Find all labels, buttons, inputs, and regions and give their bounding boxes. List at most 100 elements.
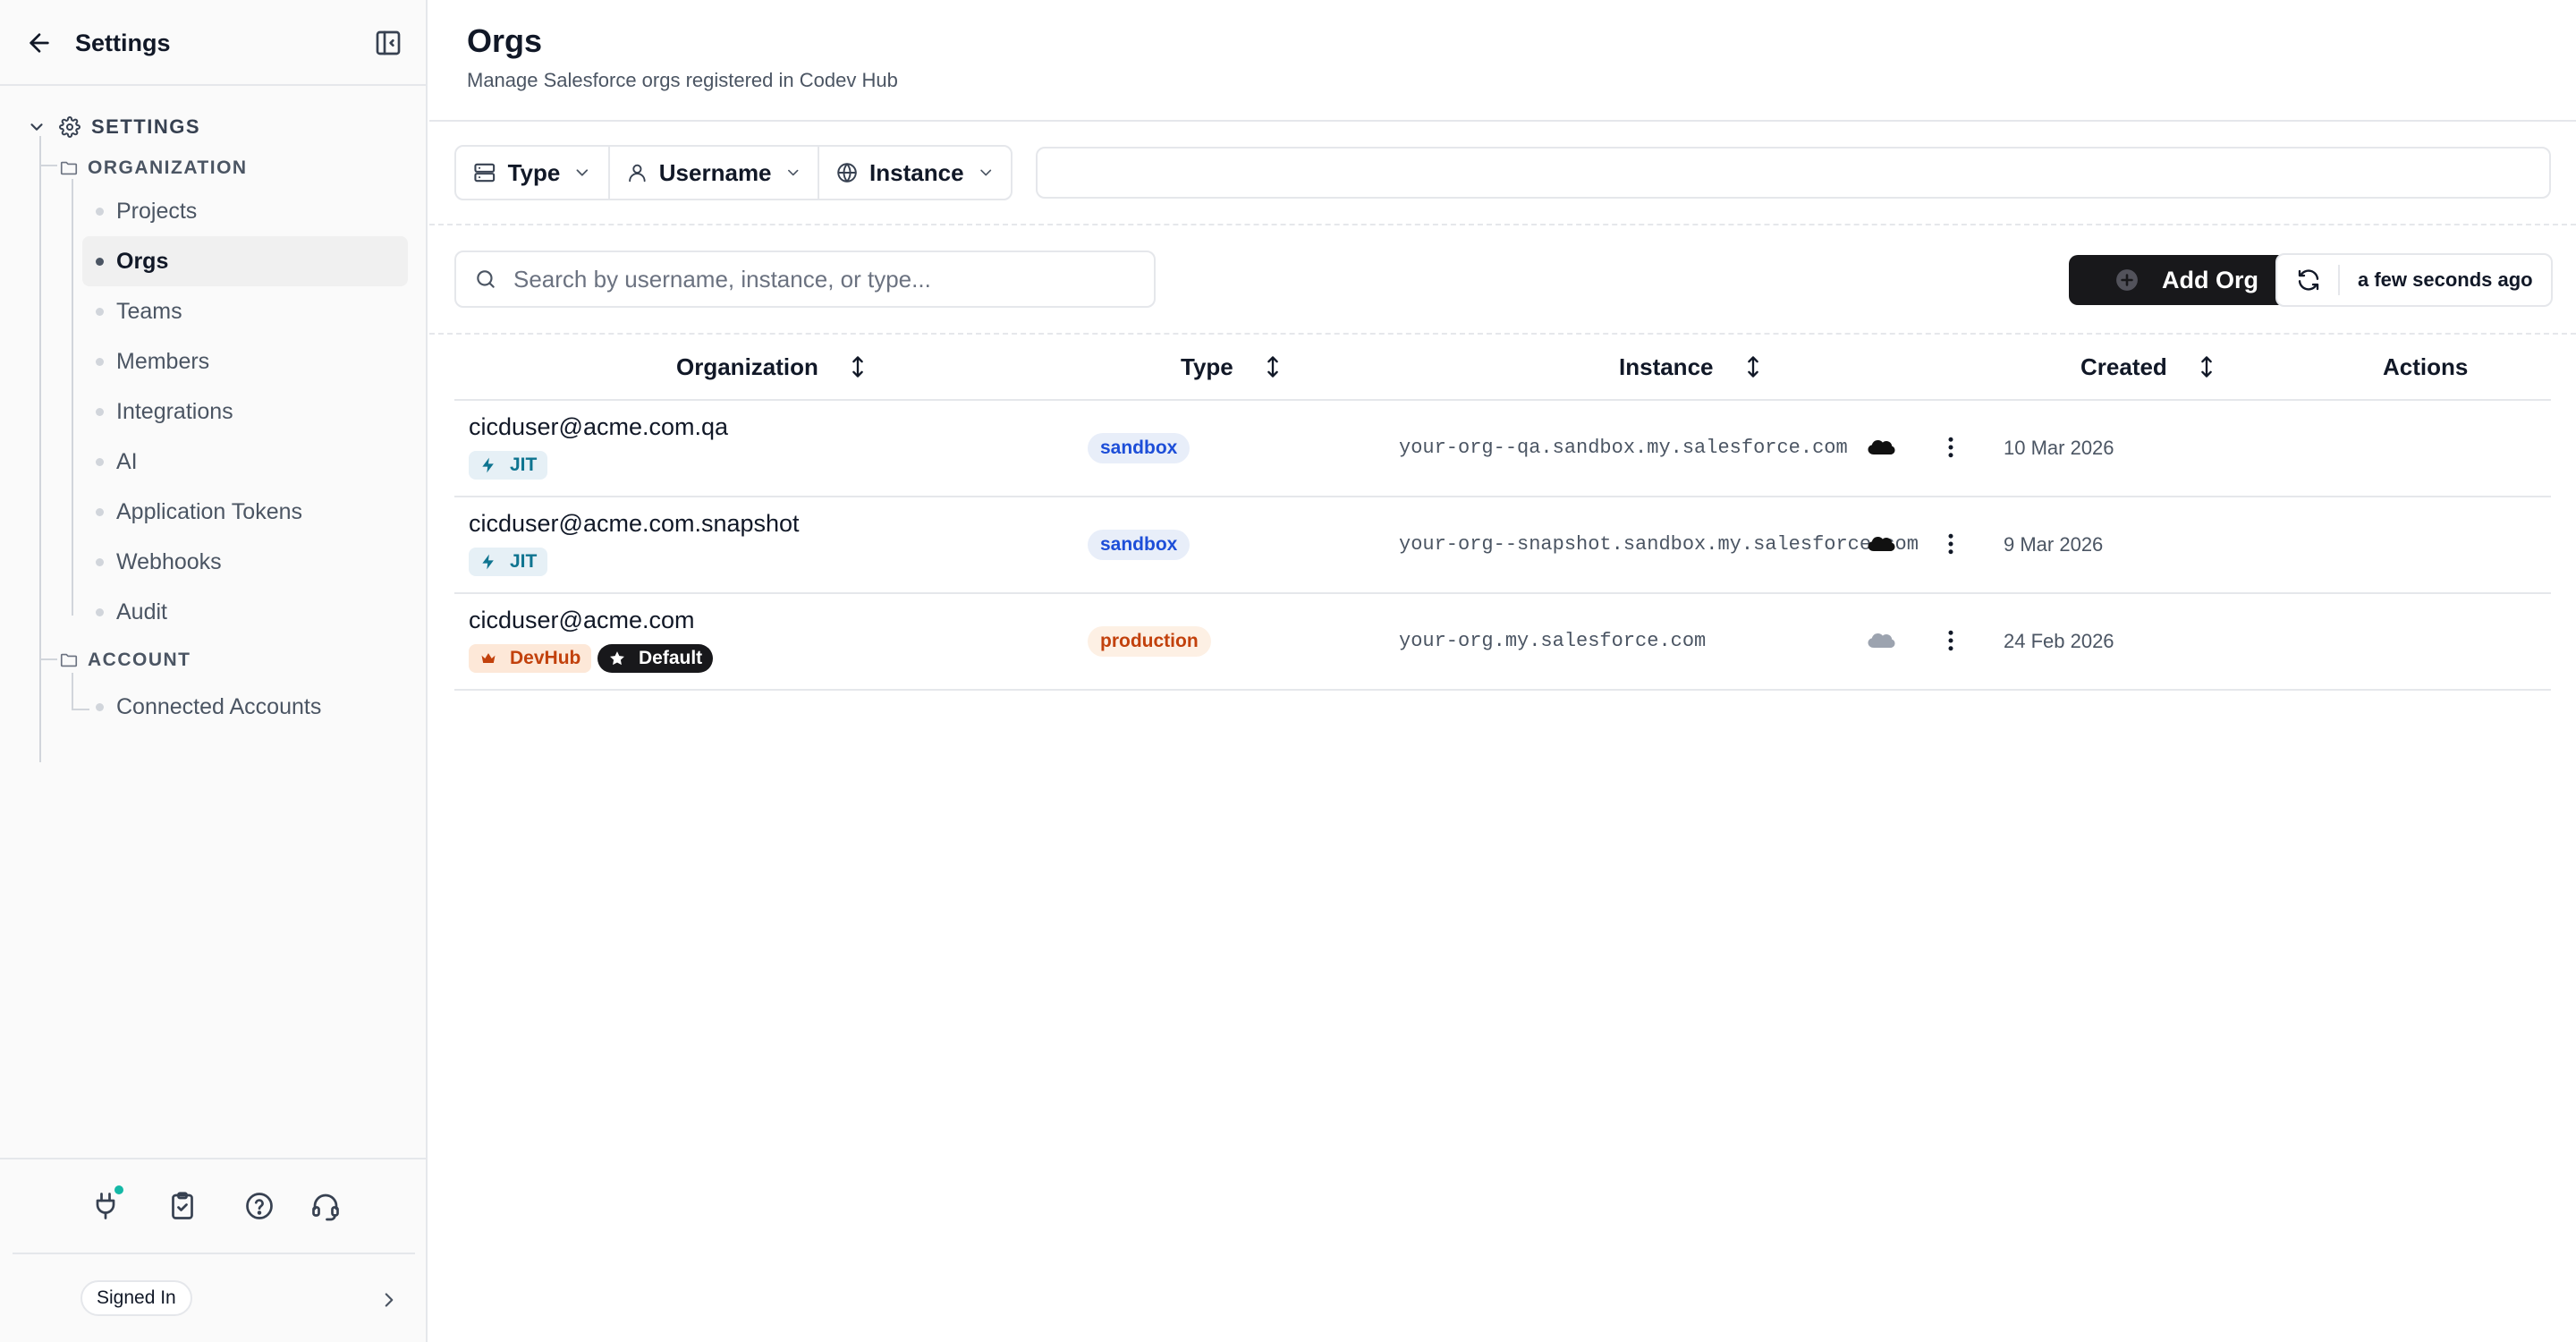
column-header-created[interactable]: Created xyxy=(2080,335,2219,399)
sidebar-item-label: Members xyxy=(116,348,210,374)
chevron-right-icon[interactable] xyxy=(377,1288,401,1312)
lightning-icon xyxy=(482,554,494,570)
salesforce-cloud-icon[interactable] xyxy=(1866,533,1896,555)
sidebar-item-connected-accounts[interactable]: Connected Accounts xyxy=(82,682,408,732)
sidebar-item-label: Webhooks xyxy=(116,548,222,574)
type-badge: production xyxy=(1088,626,1211,657)
org-username[interactable]: cicduser@acme.com xyxy=(469,607,694,634)
sidebar-item-integrations[interactable]: Integrations xyxy=(82,386,408,437)
table-row[interactable]: cicduser@acme.com.snapshot JIT sandbox y… xyxy=(454,497,2551,592)
instance-filter-dropdown[interactable]: Instance xyxy=(819,147,1011,199)
main-content: Orgs Manage Salesforce orgs registered i… xyxy=(429,0,2576,1342)
column-header-actions: Actions xyxy=(2383,352,2469,380)
sidebar-item-webhooks[interactable]: Webhooks xyxy=(82,537,408,587)
table-row[interactable]: cicduser@acme.com.qa JIT sandbox your-or… xyxy=(454,401,2551,496)
sidebar-item-label: Application Tokens xyxy=(116,498,303,524)
account-group[interactable]: ACCOUNT xyxy=(59,644,191,676)
settings-section-label: SETTINGS xyxy=(91,115,201,138)
chevron-down-icon xyxy=(787,169,798,176)
sort-icon xyxy=(2200,356,2212,378)
organization-group-label: ORGANIZATION xyxy=(88,157,248,178)
type-filter-label: Type xyxy=(507,158,561,186)
instance-url: your-org--snapshot.sandbox.my.salesforce… xyxy=(1399,533,1919,556)
created-date: 10 Mar 2026 xyxy=(2004,437,2114,459)
sidebar-item-ai[interactable]: AI xyxy=(82,437,408,487)
org-username[interactable]: cicduser@acme.com.snapshot xyxy=(469,510,800,538)
gear-icon xyxy=(59,116,80,138)
sidebar-item-audit[interactable]: Audit xyxy=(82,587,408,637)
sidebar-item-label: Teams xyxy=(116,298,182,324)
sidebar-item-members[interactable]: Members xyxy=(82,336,408,386)
lightning-icon xyxy=(482,457,494,473)
last-refreshed-text: a few seconds ago xyxy=(2358,268,2533,291)
default-badge: Default xyxy=(597,644,714,673)
chevron-down-icon xyxy=(576,169,589,176)
folder-icon xyxy=(60,161,78,175)
headset-icon[interactable] xyxy=(309,1190,342,1222)
sidebar-item-label: Audit xyxy=(116,599,167,624)
sidebar-item-teams[interactable]: Teams xyxy=(82,286,408,336)
type-badge: sandbox xyxy=(1088,530,1191,560)
signed-in-badge[interactable]: Signed In xyxy=(80,1280,192,1316)
search-input[interactable] xyxy=(513,265,1154,293)
devhub-badge: DevHub xyxy=(469,644,592,673)
sidebar-item-label: AI xyxy=(116,448,138,474)
page-title: Orgs xyxy=(467,22,543,59)
jit-badge: JIT xyxy=(469,451,548,480)
sort-icon xyxy=(852,356,863,378)
chevron-down-icon xyxy=(979,169,991,176)
panel-collapse-icon[interactable] xyxy=(374,29,402,57)
more-vertical-icon[interactable] xyxy=(1937,627,1964,654)
server-icon xyxy=(474,163,496,183)
sidebar-title: Settings xyxy=(75,30,171,56)
sidebar-item-projects[interactable]: Projects xyxy=(82,186,408,236)
refresh-control: a few seconds ago xyxy=(2275,253,2553,307)
add-org-button[interactable]: Add Org xyxy=(2069,255,2305,305)
refresh-icon[interactable] xyxy=(2295,267,2322,293)
column-header-organization[interactable]: Organization xyxy=(676,335,870,399)
salesforce-cloud-icon[interactable] xyxy=(1866,437,1896,458)
more-vertical-icon[interactable] xyxy=(1937,434,1964,461)
type-badge: sandbox xyxy=(1088,433,1191,463)
sidebar-item-orgs[interactable]: Orgs xyxy=(82,236,408,286)
help-circle-icon[interactable] xyxy=(243,1190,275,1222)
search-field[interactable] xyxy=(454,251,1156,308)
user-icon xyxy=(629,164,646,183)
sidebar-item-application-tokens[interactable]: Application Tokens xyxy=(82,487,408,537)
settings-section-toggle[interactable]: SETTINGS xyxy=(27,109,200,145)
chevron-down-icon xyxy=(30,123,43,131)
add-org-label: Add Org xyxy=(2162,266,2258,293)
instance-url: your-org--qa.sandbox.my.salesforce.com xyxy=(1399,437,1848,459)
column-header-instance[interactable]: Instance xyxy=(1619,335,1766,399)
plus-circle-icon xyxy=(2116,269,2138,291)
column-header-type[interactable]: Type xyxy=(1181,335,1285,399)
filter-value-input[interactable] xyxy=(1036,147,2551,199)
folder-icon xyxy=(60,653,78,667)
filter-bar: Type Username Instance xyxy=(454,145,1013,200)
created-date: 24 Feb 2026 xyxy=(2004,630,2114,652)
username-filter-dropdown[interactable]: Username xyxy=(610,147,819,199)
clipboard-check-icon[interactable] xyxy=(166,1190,199,1222)
created-date: 9 Mar 2026 xyxy=(2004,533,2104,556)
salesforce-cloud-icon[interactable] xyxy=(1866,630,1896,651)
star-icon xyxy=(610,651,624,666)
crown-icon xyxy=(481,653,496,663)
table-row[interactable]: cicduser@acme.com DevHub Default product… xyxy=(454,594,2551,689)
more-vertical-icon[interactable] xyxy=(1937,531,1964,557)
organization-group[interactable]: ORGANIZATION xyxy=(59,152,248,184)
sidebar-item-label: Connected Accounts xyxy=(116,693,322,719)
jit-badge: JIT xyxy=(469,548,548,576)
username-filter-label: Username xyxy=(658,158,772,186)
instance-filter-label: Instance xyxy=(869,158,964,186)
sidebar-item-label: Integrations xyxy=(116,398,233,424)
org-username[interactable]: cicduser@acme.com.qa xyxy=(469,413,728,441)
sidebar-header: Settings xyxy=(0,0,426,86)
arrow-left-icon[interactable] xyxy=(25,29,54,57)
instance-url: your-org.my.salesforce.com xyxy=(1399,630,1707,652)
sort-icon xyxy=(1267,356,1278,378)
sidebar-item-label: Projects xyxy=(116,198,198,224)
settings-sidebar: Settings SETTINGS ORGANIZATION Projects … xyxy=(0,0,428,1342)
account-group-label: ACCOUNT xyxy=(88,650,191,670)
globe-icon xyxy=(837,163,857,183)
type-filter-dropdown[interactable]: Type xyxy=(456,147,610,199)
